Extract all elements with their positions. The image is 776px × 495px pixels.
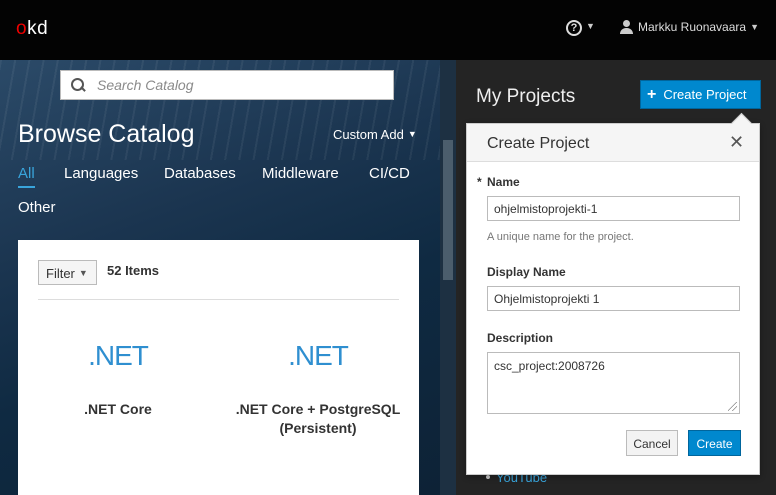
chevron-down-icon: ▼ bbox=[407, 129, 417, 139]
display-name-label: Display Name bbox=[487, 265, 566, 279]
tab-languages[interactable]: Languages bbox=[64, 165, 138, 182]
custom-add-dropdown[interactable]: Custom Add ▼ bbox=[333, 127, 417, 142]
project-name-field[interactable]: ohjelmistoprojekti-1 bbox=[487, 196, 740, 221]
scrollbar-thumb[interactable] bbox=[443, 140, 453, 280]
catalog-tile-dotnet-core[interactable]: .NET .NET Core bbox=[28, 340, 208, 419]
tile-name: .NET Core + PostgreSQL (Persistent) bbox=[235, 401, 401, 436]
plus-icon: + bbox=[647, 85, 657, 103]
items-count: 52 Items bbox=[107, 263, 160, 278]
name-label-text: Name bbox=[487, 175, 520, 189]
okd-logo[interactable]: okd bbox=[16, 18, 48, 40]
custom-add-label: Custom Add bbox=[333, 127, 404, 142]
chevron-down-icon: ▼ bbox=[750, 22, 759, 32]
search-catalog-input[interactable] bbox=[97, 77, 377, 93]
search-icon bbox=[71, 78, 85, 92]
filter-button[interactable]: Filter ▼ bbox=[38, 260, 97, 285]
user-name: Markku Ruonavaara bbox=[638, 20, 747, 34]
description-field[interactable]: csc_project:2008726 bbox=[487, 352, 740, 414]
catalog-tile-dotnet-core-postgresql[interactable]: .NET .NET Core + PostgreSQL (Persistent) bbox=[228, 340, 408, 438]
catalog-scrollbar[interactable] bbox=[440, 60, 456, 495]
catalog-area: Browse Catalog Custom Add▼ All Languages… bbox=[0, 60, 440, 495]
catalog-items-panel: Filter ▼ 52 Items .NET .NET Core .NET .NE… bbox=[18, 240, 419, 495]
user-menu[interactable]: Markku Ruonavaara ▼ bbox=[620, 20, 759, 34]
description-label: Description bbox=[487, 331, 554, 345]
required-marker: * bbox=[477, 175, 482, 189]
chevron-down-icon: ▼ bbox=[586, 21, 595, 31]
search-catalog-box bbox=[60, 70, 394, 100]
tile-name: .NET Core bbox=[84, 401, 152, 417]
name-label: * Name bbox=[477, 175, 520, 189]
create-project-label: Create Project bbox=[663, 87, 747, 102]
help-menu[interactable]: ? ▼ bbox=[566, 18, 595, 36]
close-icon[interactable]: ✕ bbox=[729, 132, 744, 153]
tab-middleware[interactable]: Middleware bbox=[262, 165, 339, 182]
user-icon bbox=[620, 20, 633, 34]
tab-other[interactable]: Other bbox=[18, 199, 56, 216]
projects-title: My Projects bbox=[476, 86, 576, 107]
tab-ci-cd[interactable]: CI/CD bbox=[369, 165, 410, 182]
dotnet-logo: .NET bbox=[288, 340, 349, 371]
dotnet-logo: .NET bbox=[88, 340, 149, 371]
create-project-popover: Create Project ✕ * Name ohjelmistoprojek… bbox=[466, 123, 760, 475]
display-name-field[interactable]: Ohjelmistoprojekti 1 bbox=[487, 286, 740, 311]
bullet-icon bbox=[486, 475, 490, 479]
create-project-button[interactable]: + Create Project bbox=[640, 80, 761, 109]
filter-label: Filter bbox=[46, 266, 75, 281]
top-navbar: okd ? ▼ Markku Ruonavaara ▼ bbox=[0, 0, 776, 60]
popover-header: Create Project ✕ bbox=[467, 124, 759, 162]
page-title: Browse Catalog bbox=[18, 120, 195, 148]
name-help-text: A unique name for the project. bbox=[487, 231, 634, 243]
tab-all[interactable]: All bbox=[18, 165, 35, 188]
question-circle-icon: ? bbox=[566, 20, 582, 36]
create-button[interactable]: Create bbox=[688, 430, 741, 456]
tab-databases[interactable]: Databases bbox=[164, 165, 236, 182]
description-text: csc_project:2008726 bbox=[494, 359, 605, 373]
popover-title: Create Project bbox=[487, 135, 590, 152]
cancel-button[interactable]: Cancel bbox=[626, 430, 678, 456]
resize-grip-icon[interactable] bbox=[728, 402, 737, 411]
chevron-down-icon: ▼ bbox=[78, 268, 88, 278]
divider bbox=[38, 299, 399, 300]
